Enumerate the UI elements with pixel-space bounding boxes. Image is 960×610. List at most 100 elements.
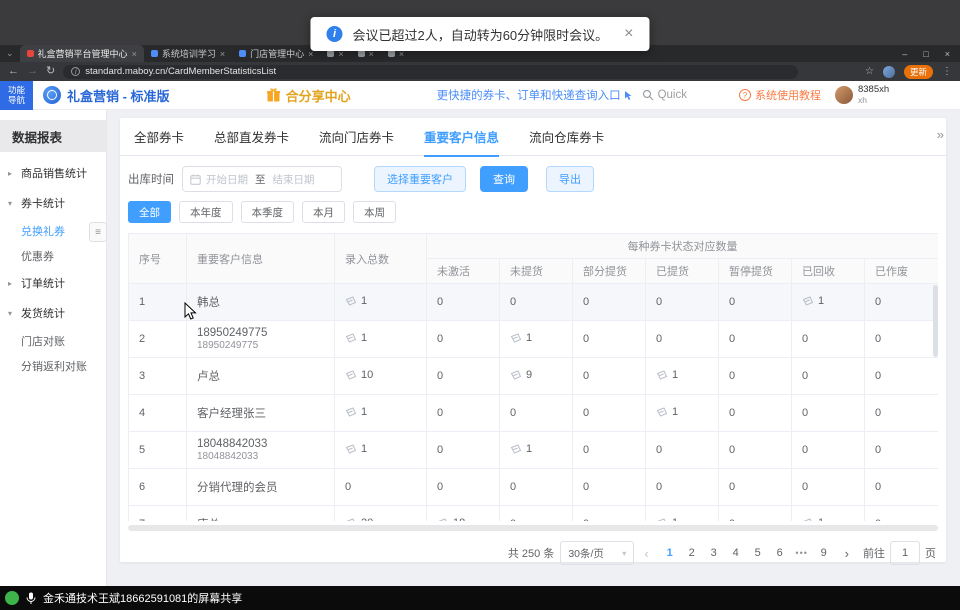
- sidebar-item-门店对账[interactable]: 门店对账: [0, 328, 106, 353]
- page-number-2[interactable]: 2: [681, 542, 703, 564]
- panel-expand-icon[interactable]: »: [937, 127, 942, 142]
- page-number-1[interactable]: 1: [659, 542, 681, 564]
- reload-icon[interactable]: ↻: [46, 66, 55, 77]
- avatar: [835, 86, 853, 104]
- tab-全部券卡[interactable]: 全部券卡: [134, 118, 184, 156]
- tab-流向门店券卡[interactable]: 流向门店券卡: [319, 118, 394, 156]
- col-header-total: 录入总数: [335, 234, 427, 284]
- sidebar-item-优惠券[interactable]: 优惠券: [0, 243, 106, 268]
- card-icon: [437, 518, 449, 521]
- count-value: 1: [818, 517, 824, 521]
- cell-status-已提货: 1: [646, 506, 719, 522]
- date-range-picker[interactable]: 开始日期 至 结束日期: [182, 166, 342, 192]
- quick-filter-本周[interactable]: 本周: [353, 201, 396, 223]
- cell-total: 20: [335, 506, 427, 522]
- sidebar-group-发货统计[interactable]: ▾发货统计: [0, 298, 106, 328]
- tab-重要客户信息[interactable]: 重要客户信息: [424, 118, 499, 156]
- info-icon: i: [326, 26, 342, 42]
- cell-status-已回收: 0: [792, 395, 865, 432]
- hand-pointer-icon: [624, 90, 634, 101]
- page-number-3[interactable]: 3: [703, 542, 725, 564]
- sidebar-group-券卡统计[interactable]: ▾券卡统计: [0, 188, 106, 218]
- table-row: 1韩总10000010: [129, 284, 939, 321]
- page-number-4[interactable]: 4: [725, 542, 747, 564]
- site-info-icon[interactable]: i: [71, 67, 80, 76]
- customer-name: 分销代理的会员: [197, 479, 334, 495]
- quick-filter-本季度[interactable]: 本季度: [241, 201, 295, 223]
- share-center-link[interactable]: 合分享中心: [266, 86, 351, 105]
- page-number-6[interactable]: 6: [769, 542, 791, 564]
- cell-status-部分提货: 0: [573, 284, 646, 321]
- browser-tab[interactable]: 系统培训学习×: [144, 45, 232, 62]
- browser-tab[interactable]: 门店管理中心×: [232, 45, 320, 62]
- table-row: 7唐总2018001010: [129, 506, 939, 522]
- cell-status-未提货: 1: [500, 432, 573, 469]
- col-header-customer: 重要客户信息: [187, 234, 335, 284]
- card-icon: [345, 407, 357, 417]
- customer-name: 客户经理张三: [197, 405, 334, 421]
- vertical-scrollbar[interactable]: [933, 285, 938, 357]
- cell-status-已作废: 0: [865, 284, 939, 321]
- forward-icon[interactable]: →: [27, 66, 38, 77]
- url-box[interactable]: i standard.maboy.cn/CardMemberStatistics…: [63, 65, 798, 79]
- export-button[interactable]: 导出: [546, 166, 594, 192]
- tab-总部直发券卡[interactable]: 总部直发券卡: [214, 118, 289, 156]
- tab-close-icon[interactable]: ×: [132, 49, 137, 59]
- cell-total: 10: [335, 358, 427, 395]
- back-icon[interactable]: ←: [8, 66, 19, 77]
- window-close-icon[interactable]: ×: [945, 49, 950, 59]
- cell-index: 6: [129, 469, 187, 506]
- page-number-5[interactable]: 5: [747, 542, 769, 564]
- sidebar-item-分销返利对账[interactable]: 分销返利对账: [0, 353, 106, 378]
- more-pages-icon[interactable]: •••: [791, 542, 813, 564]
- maximize-icon[interactable]: □: [923, 49, 928, 59]
- cell-status-部分提货: 0: [573, 395, 646, 432]
- cell-status-已回收: 0: [792, 321, 865, 358]
- sidebar-group-订单统计[interactable]: ▸订单统计: [0, 268, 106, 298]
- tab-流向仓库券卡[interactable]: 流向仓库券卡: [529, 118, 604, 156]
- close-icon[interactable]: ×: [624, 25, 633, 43]
- start-date-placeholder: 开始日期: [206, 172, 248, 187]
- cell-status-未提货: 0: [500, 506, 573, 522]
- quick-search[interactable]: Quick: [642, 89, 687, 101]
- browser-tab[interactable]: 礼盒营销平台管理中心×: [20, 45, 144, 62]
- browser-update-button[interactable]: 更新: [904, 65, 933, 79]
- sidebar-collapse-handle[interactable]: ≡: [89, 222, 107, 242]
- goto-page-input[interactable]: 1: [890, 541, 920, 565]
- browser-profile-avatar[interactable]: [883, 66, 895, 78]
- next-page-icon[interactable]: ›: [841, 546, 853, 561]
- cell-status-部分提货: 0: [573, 469, 646, 506]
- page-number-9[interactable]: 9: [813, 542, 835, 564]
- user-menu[interactable]: 8385xh xh: [835, 85, 889, 106]
- minimize-icon[interactable]: –: [902, 49, 907, 59]
- quick-filter-本年度[interactable]: 本年度: [179, 201, 233, 223]
- cell-status-未提货: 0: [500, 284, 573, 321]
- tab-favicon-icon: [151, 50, 158, 57]
- question-icon: ?: [739, 89, 751, 101]
- cell-status-暂停提货: 0: [719, 506, 792, 522]
- quick-filter-本月[interactable]: 本月: [302, 201, 345, 223]
- cell-total: 1: [335, 321, 427, 358]
- browser-tab-label: 门店管理中心: [250, 47, 304, 60]
- sidebar-title: 数据报表: [0, 120, 106, 152]
- prev-page-icon[interactable]: ‹: [640, 546, 652, 561]
- tab-close-icon[interactable]: ×: [220, 49, 225, 59]
- count-value: 1: [672, 369, 678, 381]
- cell-status-已提货: 0: [646, 284, 719, 321]
- quick-filter-全部[interactable]: 全部: [128, 201, 171, 223]
- bookmark-star-icon[interactable]: ☆: [865, 66, 874, 77]
- select-customer-button[interactable]: 选择重要客户: [374, 166, 466, 192]
- tutorial-link[interactable]: ? 系统使用教程: [739, 87, 821, 103]
- function-nav-button[interactable]: 功能 导航: [0, 81, 33, 110]
- cell-status-部分提货: 0: [573, 506, 646, 522]
- browser-menu-icon[interactable]: ⋮: [942, 66, 952, 77]
- card-icon: [656, 518, 668, 521]
- card-icon: [345, 518, 357, 521]
- sidebar-group-商品销售统计[interactable]: ▸商品销售统计: [0, 158, 106, 188]
- tab-search-icon[interactable]: ⌄: [0, 48, 20, 59]
- search-button[interactable]: 查询: [480, 166, 528, 192]
- cell-status-已回收: 0: [792, 469, 865, 506]
- quick-entry-hint[interactable]: 更快捷的券卡、订单和快递查询入口: [437, 87, 621, 103]
- cell-total: 1: [335, 432, 427, 469]
- page-size-select[interactable]: 30条/页 ▾: [560, 541, 634, 565]
